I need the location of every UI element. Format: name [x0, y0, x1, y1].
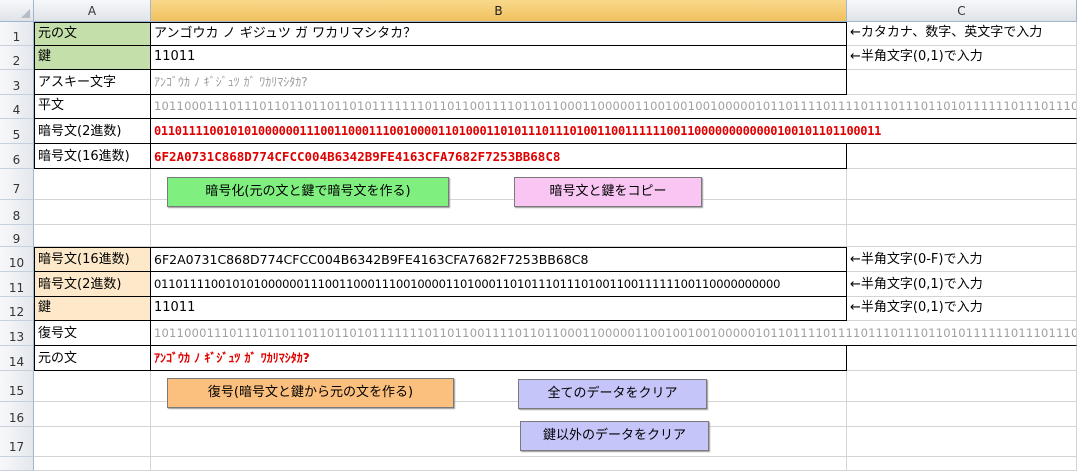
- clear-all-button[interactable]: 全てのデータをクリア: [518, 379, 707, 409]
- cell-a18[interactable]: [34, 457, 151, 471]
- row-header-6[interactable]: 6: [0, 144, 34, 169]
- column-header-a[interactable]: A: [34, 0, 151, 22]
- input-dec-cipher-hex[interactable]: 6F2A0731C868D774CFCC004B6342B9FE4163CFA7…: [151, 247, 847, 272]
- cell-c14[interactable]: [847, 346, 1077, 371]
- select-all-corner[interactable]: [0, 0, 34, 22]
- label-ascii: アスキー文字: [34, 70, 151, 95]
- cell-b18[interactable]: [151, 457, 847, 471]
- row-header-15[interactable]: 15: [0, 371, 34, 402]
- cell-a9[interactable]: [34, 225, 151, 247]
- row-header-17[interactable]: 17: [0, 427, 34, 457]
- note-original-text: ←カタカナ、数字、英文字で入力: [847, 22, 1077, 46]
- value-cipher-hex[interactable]: 6F2A0731C868D774CFCC004B6342B9FE4163CFA7…: [151, 144, 847, 169]
- note-dec-key: ←半角文字(0,1)で入力: [847, 297, 1077, 321]
- label-key: 鍵: [34, 46, 151, 70]
- cell-c7[interactable]: [847, 169, 1077, 200]
- row-header-10[interactable]: 10: [0, 247, 34, 272]
- column-header-c[interactable]: C: [847, 0, 1077, 22]
- cell-c8[interactable]: [847, 200, 1077, 225]
- label-cipher-binary: 暗号文(2進数): [34, 119, 151, 144]
- row-header-7[interactable]: 7: [0, 169, 34, 200]
- label-plaintext: 平文: [34, 95, 151, 119]
- value-decrypted-original[interactable]: ｱﾝｺﾞｳｶ ﾉ ｷﾞｼﾞｭﾂ ｶﾞ ﾜｶﾘﾏｼﾀｶ?: [151, 346, 847, 371]
- input-dec-key[interactable]: 11011: [151, 297, 847, 321]
- cell-c16[interactable]: [847, 402, 1077, 427]
- cell-a16[interactable]: [34, 402, 151, 427]
- input-key[interactable]: 11011: [151, 46, 847, 70]
- label-original-text: 元の文: [34, 22, 151, 46]
- value-ascii[interactable]: ｱﾝｺﾞｳｶ ﾉ ｷﾞｼﾞｭﾂ ｶﾞ ﾜｶﾘﾏｼﾀｶ?: [151, 70, 847, 95]
- value-cipher-binary[interactable]: 0110111100101010000001110011000111001000…: [151, 119, 1077, 144]
- input-original-text[interactable]: アンゴウカ ノ ギジュツ ガ ワカリマシタカ？: [151, 22, 847, 46]
- row-header-2[interactable]: 2: [0, 46, 34, 70]
- cell-a15[interactable]: [34, 371, 151, 402]
- note-dec-cipher-binary: ←半角文字(0,1)で入力: [847, 272, 1077, 297]
- cell-c18[interactable]: [847, 457, 1077, 471]
- row-header-16[interactable]: 16: [0, 402, 34, 427]
- row-header-3[interactable]: 3: [0, 70, 34, 95]
- row-header-9[interactable]: 9: [0, 225, 34, 247]
- value-decrypted-binary[interactable]: 1011000111011101101101101101011111110110…: [151, 321, 1077, 346]
- cell-b17[interactable]: [151, 427, 847, 457]
- cell-a7[interactable]: [34, 169, 151, 200]
- copy-cipher-and-key-button[interactable]: 暗号文と鍵をコピー: [514, 177, 702, 207]
- label-decrypted-original: 元の文: [34, 346, 151, 371]
- clear-except-key-button[interactable]: 鍵以外のデータをクリア: [520, 421, 709, 451]
- row-header-1[interactable]: 1: [0, 22, 34, 46]
- row-header-13[interactable]: 13: [0, 321, 34, 346]
- cell-c15[interactable]: [847, 371, 1077, 402]
- cell-c17[interactable]: [847, 427, 1077, 457]
- input-dec-cipher-binary[interactable]: 0110111100101010000001110011000111001000…: [151, 272, 847, 297]
- note-dec-cipher-hex: ←半角文字(0-F)で入力: [847, 247, 1077, 272]
- label-dec-cipher-hex: 暗号文(16進数): [34, 247, 151, 272]
- cell-a17[interactable]: [34, 427, 151, 457]
- cell-a8[interactable]: [34, 200, 151, 225]
- row-header-11[interactable]: 11: [0, 272, 34, 297]
- row-header-4[interactable]: 4: [0, 95, 34, 119]
- label-dec-key: 鍵: [34, 297, 151, 321]
- note-key: ←半角文字(0,1)で入力: [847, 46, 1077, 70]
- decrypt-button[interactable]: 復号(暗号文と鍵から元の文を作る): [167, 378, 454, 408]
- row-header-18[interactable]: [0, 457, 34, 471]
- column-header-b[interactable]: B: [151, 0, 847, 22]
- label-cipher-hex: 暗号文(16進数): [34, 144, 151, 169]
- value-plaintext[interactable]: 1011000111011101101101101101011111110110…: [151, 95, 1077, 119]
- cell-c9[interactable]: [847, 225, 1077, 247]
- cell-c3[interactable]: [847, 70, 1077, 95]
- row-header-8[interactable]: 8: [0, 200, 34, 225]
- row-header-5[interactable]: 5: [0, 119, 34, 144]
- row-header-14[interactable]: 14: [0, 346, 34, 371]
- spreadsheet: A B C 1 2 3 4 5 6 7 8 9 10 11 12 13 14 1…: [0, 0, 1077, 471]
- cell-b9[interactable]: [151, 225, 847, 247]
- row-header-12[interactable]: 12: [0, 297, 34, 321]
- encrypt-button[interactable]: 暗号化(元の文と鍵で暗号文を作る): [167, 177, 449, 207]
- label-dec-cipher-binary: 暗号文(2進数): [34, 272, 151, 297]
- cell-c6[interactable]: [847, 144, 1077, 169]
- label-decrypted-binary: 復号文: [34, 321, 151, 346]
